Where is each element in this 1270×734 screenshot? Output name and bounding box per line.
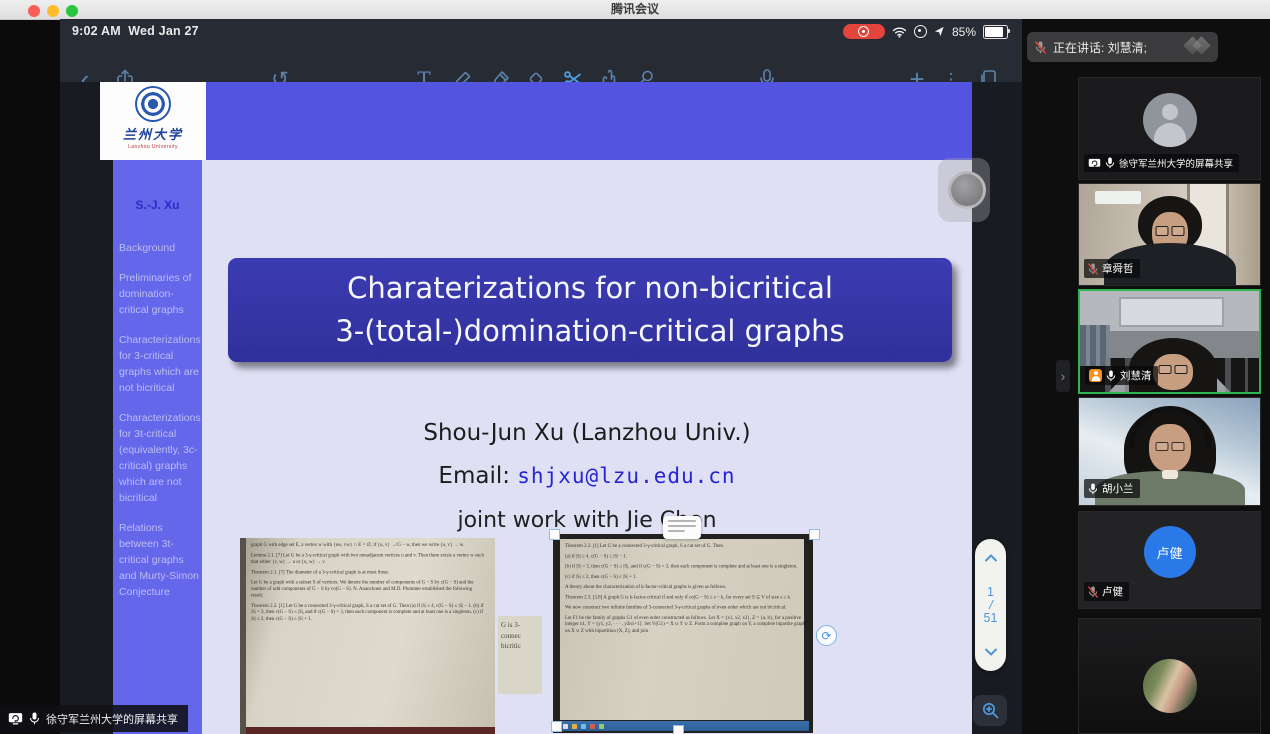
scanned-paper-left[interactable]: graph G with edge set E, a vertex w with… bbox=[240, 538, 495, 734]
toc-item: Relations between 3t-critical graphs and… bbox=[119, 520, 203, 600]
participant-label: 徐守军兰州大学的屏幕共享 bbox=[1084, 154, 1239, 172]
mic-muted-icon bbox=[1088, 263, 1098, 275]
participant-tile-video[interactable]: 章舜哲 bbox=[1078, 183, 1261, 286]
page-down-button[interactable] bbox=[984, 643, 998, 661]
zoom-in-button[interactable] bbox=[973, 695, 1007, 726]
window-titlebar: 腾讯会议 bbox=[0, 0, 1270, 20]
participant-name: 章舜哲 bbox=[1102, 261, 1134, 276]
participant-tile-avatar[interactable]: 卢健 卢健 bbox=[1078, 511, 1261, 609]
watermark-shapes bbox=[1186, 39, 1208, 52]
avatar-placeholder bbox=[1143, 93, 1197, 147]
annotation-note-icon[interactable] bbox=[663, 516, 701, 539]
university-logo: 兰州大学 Lanzhou University bbox=[100, 82, 206, 160]
rotate-handle[interactable]: ⟳ bbox=[816, 625, 837, 646]
mic-icon bbox=[1106, 370, 1116, 382]
page-up-button[interactable] bbox=[984, 549, 998, 567]
meeting-window: 腾讯会议 9:02 AM Wed Jan 27 85% ‹ ↺ T bbox=[0, 0, 1270, 734]
participant-label: 卢健 bbox=[1084, 582, 1129, 601]
mic-muted-icon bbox=[1088, 586, 1098, 598]
scan-paragraph: (c) if |S| ≤ 2, then c(G − S) ≤ |S| + 1. bbox=[565, 573, 804, 580]
participant-tile-video[interactable]: 胡小兰 bbox=[1078, 397, 1261, 506]
toc-item: Background bbox=[119, 240, 203, 256]
selection-handle[interactable] bbox=[673, 725, 684, 734]
mic-muted-icon bbox=[1035, 41, 1046, 54]
floating-widget-knob[interactable] bbox=[948, 171, 986, 209]
page-navigator: 1 / 51 bbox=[975, 539, 1006, 671]
page-total: 51 bbox=[984, 612, 998, 625]
scan-paragraph: Theorem 2.3. [3,8] A graph G is k-factor… bbox=[565, 594, 804, 601]
participant-name: 卢健 bbox=[1102, 584, 1123, 599]
email-address: shjxu@lzu.edu.cn bbox=[517, 464, 735, 488]
participant-label: 章舜哲 bbox=[1084, 259, 1140, 278]
participant-label: 刘慧清 bbox=[1085, 366, 1158, 385]
screen-mirroring-icon bbox=[914, 25, 927, 38]
scan-paragraph: Let G be a graph with a subset S of vert… bbox=[251, 579, 484, 599]
scan-column-fragment: G is 3- connec bicritic bbox=[498, 616, 542, 694]
page-current: 1 bbox=[984, 586, 998, 599]
toc-author: S.-J. Xu bbox=[113, 198, 202, 212]
status-icons: 85% bbox=[843, 23, 1008, 40]
toc-item: Characterizations for 3t-critical (equiv… bbox=[119, 410, 203, 506]
participant-name: 刘慧清 bbox=[1120, 368, 1152, 383]
scan-paragraph: (a) if |S| ≥ 4, c(G − S) ≤ |S| − 1. bbox=[565, 553, 804, 560]
scan-paragraph: We now construct two infinite families o… bbox=[565, 604, 804, 611]
screen-share-icon bbox=[8, 712, 23, 725]
scan-paragraph: graph G with edge set E, a vertex w with… bbox=[251, 542, 484, 549]
mic-icon bbox=[1088, 483, 1098, 495]
selection-handle[interactable] bbox=[549, 529, 560, 540]
participant-name: 胡小兰 bbox=[1102, 481, 1134, 496]
scan-paragraph: Lemma 2.1. [7] Let G be a 3-γ-critical g… bbox=[251, 552, 484, 565]
toc-item: Characterizations for 3-critical graphs … bbox=[119, 332, 203, 396]
scan-paragraph: Theorem 2.2. [1] Let G be a connected 3-… bbox=[251, 602, 484, 622]
toc-item: Preliminaries of domination-critical gra… bbox=[119, 270, 203, 318]
presenter-badge-icon bbox=[1089, 369, 1102, 382]
slide-author: Shou-Jun Xu (Lanzhou Univ.) bbox=[202, 420, 972, 446]
collapse-panel-button[interactable]: › bbox=[1056, 360, 1070, 392]
toc-list: Background Preliminaries of domination-cr… bbox=[119, 240, 203, 614]
window-title: 腾讯会议 bbox=[0, 0, 1270, 19]
page-divider: / bbox=[982, 599, 999, 612]
participant-tile-video-speaking[interactable]: 刘慧清 bbox=[1078, 289, 1261, 394]
scan-paragraph: Theorem 2.1. [7] The diameter of a 3-γ-c… bbox=[251, 569, 484, 576]
status-time: 9:02 AM Wed Jan 27 bbox=[72, 24, 199, 38]
email-label: Email: bbox=[438, 463, 517, 489]
selection-handle[interactable] bbox=[551, 721, 562, 732]
slide-joint-work: joint work with Jie Chen bbox=[202, 508, 972, 533]
slide-title-box: Charaterizations for non-bicritical 3-(t… bbox=[228, 258, 952, 362]
battery-percent: 85% bbox=[952, 25, 976, 39]
speaking-text: 正在讲话: 刘慧清; bbox=[1053, 39, 1147, 56]
recording-indicator-icon bbox=[843, 24, 885, 39]
location-icon bbox=[934, 26, 945, 37]
wifi-icon bbox=[892, 26, 907, 38]
participant-name: 徐守军兰州大学的屏幕共享 bbox=[1119, 156, 1233, 170]
scanned-paper-right[interactable]: Theorem 2.2. [1] Let G be a connected 3-… bbox=[553, 534, 813, 733]
slide-title-line2: 3-(total-)domination-critical graphs bbox=[335, 310, 844, 353]
share-banner-text: 徐守军兰州大学的屏幕共享 bbox=[46, 711, 178, 727]
mic-icon bbox=[29, 712, 40, 725]
battery-icon bbox=[983, 25, 1008, 39]
slide-email-line: Email: shjxu@lzu.edu.cn bbox=[202, 463, 972, 489]
selection-handle[interactable] bbox=[809, 529, 820, 540]
participant-tile-screen-share[interactable]: 徐守军兰州大学的屏幕共享 bbox=[1078, 77, 1261, 180]
speaking-indicator: 正在讲话: 刘慧清; bbox=[1027, 32, 1218, 62]
university-emblem-icon bbox=[135, 86, 171, 122]
scan-paragraph: (b) if |S| = 3, then c(G − S) ≤ |S|, and… bbox=[565, 563, 804, 570]
slide-header-band bbox=[206, 82, 972, 160]
photo-table-edge bbox=[246, 727, 495, 734]
logo-text-cn: 兰州大学 bbox=[123, 124, 183, 143]
mic-icon bbox=[1105, 157, 1115, 169]
avatar-photo bbox=[1143, 659, 1197, 713]
participant-label: 胡小兰 bbox=[1084, 479, 1140, 498]
scan-paragraph: A theory about the characterization of k… bbox=[565, 584, 804, 591]
slide-title-line1: Charaterizations for non-bicritical bbox=[347, 267, 833, 310]
participant-tile-avatar[interactable] bbox=[1078, 618, 1261, 734]
screen-share-icon bbox=[1088, 158, 1101, 169]
logo-text-en: Lanzhou University bbox=[128, 144, 178, 150]
shared-screen-topbar: 9:02 AM Wed Jan 27 85% ‹ ↺ T bbox=[60, 19, 1022, 82]
scan-paragraph: Theorem 2.2. [1] Let G be a connected 3-… bbox=[565, 543, 804, 550]
avatar-initials: 卢健 bbox=[1144, 526, 1196, 578]
scan-paragraph: Let F1 be the family of graphs G1 of eve… bbox=[565, 615, 804, 635]
share-source-banner: 徐守军兰州大学的屏幕共享 bbox=[0, 705, 188, 732]
